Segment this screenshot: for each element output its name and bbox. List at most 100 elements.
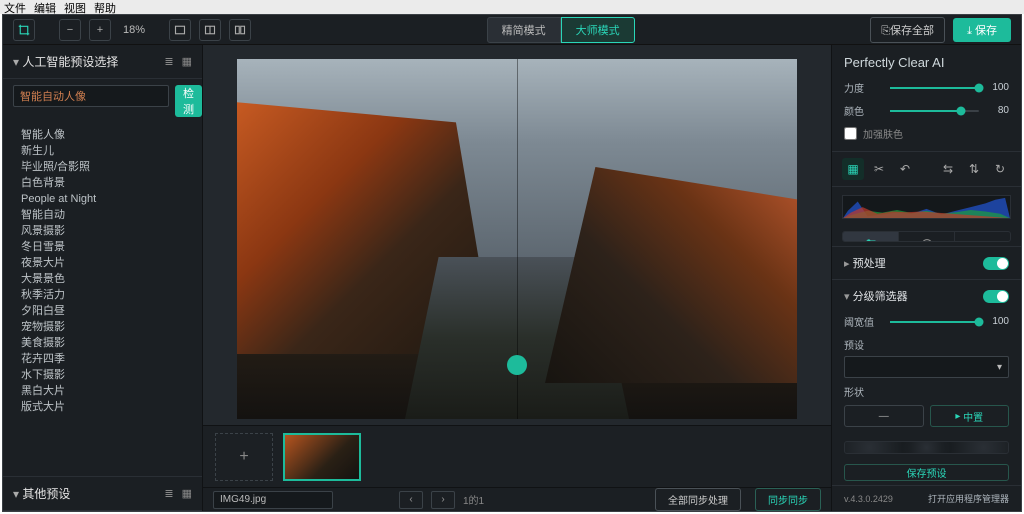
sync-button[interactable]: 同步同步 — [755, 488, 821, 511]
center-button[interactable]: ▸ 中置 — [930, 405, 1010, 427]
zoom-in-button[interactable]: + — [89, 19, 111, 41]
list-item[interactable]: 黑白大片 — [21, 383, 202, 399]
list-item[interactable]: 宠物摄影 — [21, 319, 202, 335]
list-item[interactable]: People at Night — [21, 191, 202, 207]
threshold-label: 阈宽值 — [844, 314, 884, 329]
tab-eye[interactable] — [955, 232, 1010, 242]
preview-image[interactable] — [237, 59, 797, 419]
skin-label: 加强肤色 — [863, 126, 903, 141]
compare-handle[interactable] — [507, 355, 527, 375]
list-item[interactable]: 智能人像 — [21, 127, 202, 143]
other-preset-title: 其他预设 — [13, 485, 70, 502]
batch-process-button[interactable]: 全部同步处理 — [655, 488, 741, 511]
app-window: − + 18% 精简模式 大师模式 ⎘保存全部 ⤓ 保存 人工智能预设选择 ≣ … — [2, 14, 1022, 512]
bottom-bar: IMG49.jpg ‹ › 1的1 全部同步处理 同步同步 — [203, 487, 831, 511]
list-item[interactable]: 白色背景 — [21, 175, 202, 191]
tab-face[interactable] — [899, 232, 955, 242]
filename-field[interactable]: IMG49.jpg — [213, 491, 333, 509]
preprocess-toggle[interactable] — [983, 257, 1009, 270]
adjust-tabs — [842, 231, 1011, 242]
chevron-down-icon: ▾ — [997, 362, 1002, 373]
reset-icon[interactable]: ↻ — [989, 158, 1011, 180]
filmstrip: + — [203, 425, 831, 487]
list-item[interactable]: 水下摄影 — [21, 367, 202, 383]
hue-label: 颜色 — [844, 103, 884, 118]
shape-label: 形状 — [844, 384, 1009, 399]
tab-sliders[interactable] — [843, 232, 899, 242]
ai-preset-header[interactable]: 人工智能预设选择 ≣ ▦ — [3, 45, 202, 79]
mode-simple-button[interactable]: 精简模式 — [487, 17, 561, 43]
other-preset-header[interactable]: 其他预设 ≣ ▦ — [3, 476, 202, 511]
crop-tool-icon[interactable]: ✂ — [868, 158, 890, 180]
brand-title: Perfectly Clear AI — [844, 55, 1009, 70]
crop-icon[interactable] — [13, 19, 35, 41]
mode-master-button[interactable]: 大师模式 — [561, 17, 635, 43]
strength-label: 力度 — [844, 80, 884, 95]
save-preset-button[interactable]: 保存预设 — [844, 464, 1009, 481]
list-item[interactable]: 秋季活力 — [21, 287, 202, 303]
list-item[interactable]: 风景摄影 — [21, 223, 202, 239]
list-item[interactable]: 花卉四季 — [21, 351, 202, 367]
list-item[interactable]: 智能自动 — [21, 207, 202, 223]
section-classifier[interactable]: 分级筛选器 — [832, 279, 1021, 312]
menu-view[interactable]: 视图 — [64, 0, 86, 14]
detect-button[interactable]: 检测 — [175, 85, 202, 117]
classifier-toggle[interactable] — [983, 290, 1009, 303]
left-panel: 人工智能预设选择 ≣ ▦ 检测 智能人像 新生儿 毕业照/合影照 白色背景 Pe… — [3, 45, 203, 511]
list-item[interactable]: 毕业照/合影照 — [21, 159, 202, 175]
undo-icon[interactable]: ↶ — [894, 158, 916, 180]
right-panel: Perfectly Clear AI 力度 100 颜色 80 加强肤色 ▦ — [831, 45, 1021, 511]
preset-sublabel: 预设 — [844, 337, 1009, 352]
effect-preview-strip[interactable] — [844, 441, 1009, 454]
save-button[interactable]: ⤓ 保存 — [953, 18, 1011, 42]
compare-v-icon[interactable]: ⇅ — [963, 158, 985, 180]
zoom-out-button[interactable]: − — [59, 19, 81, 41]
save-all-button[interactable]: ⎘保存全部 — [870, 17, 945, 43]
thumbnail[interactable] — [283, 433, 361, 481]
list-view-icon[interactable]: ≣ — [164, 55, 173, 68]
ai-preset-title: 人工智能预设选择 — [13, 53, 118, 70]
section-preprocess[interactable]: 预处理 — [832, 246, 1021, 279]
grid-view-icon[interactable]: ▦ — [182, 487, 192, 500]
viewer: + IMG49.jpg ‹ › 1的1 全部同步处理 同步同步 — [203, 45, 831, 511]
grid-view-icon[interactable]: ▦ — [182, 55, 192, 68]
skin-checkbox[interactable] — [844, 127, 857, 140]
top-toolbar: − + 18% 精简模式 大师模式 ⎘保存全部 ⤓ 保存 — [3, 15, 1021, 45]
menu-edit[interactable]: 编辑 — [34, 0, 56, 14]
counter: 1的1 — [463, 492, 484, 507]
list-item[interactable]: 版式大片 — [21, 399, 202, 415]
list-item[interactable]: 夜景大片 — [21, 255, 202, 271]
menu-help[interactable]: 帮助 — [94, 0, 116, 14]
compare-h-icon[interactable]: ⇆ — [937, 158, 959, 180]
list-item[interactable]: 美食摄影 — [21, 335, 202, 351]
layout-single-icon[interactable] — [169, 19, 191, 41]
threshold-value: 100 — [985, 316, 1009, 327]
list-view-icon[interactable]: ≣ — [164, 487, 173, 500]
add-image-button[interactable]: + — [215, 433, 273, 481]
threshold-slider[interactable] — [890, 321, 979, 323]
histogram — [842, 195, 1011, 219]
menu-file[interactable]: 文件 — [4, 0, 26, 14]
open-manager-link[interactable]: 打开应用程序管理器 — [928, 492, 1009, 505]
prev-button[interactable]: ‹ — [399, 491, 423, 509]
preset-list: 智能人像 新生儿 毕业照/合影照 白色背景 People at Night 智能… — [3, 123, 202, 476]
list-item[interactable]: 冬日雪景 — [21, 239, 202, 255]
preset-dropdown[interactable]: ▾ — [844, 356, 1009, 378]
strength-value: 100 — [985, 82, 1009, 93]
list-item[interactable]: 新生儿 — [21, 143, 202, 159]
layout-compare-icon[interactable] — [229, 19, 251, 41]
list-item[interactable]: 大景景色 — [21, 271, 202, 287]
next-button[interactable]: › — [431, 491, 455, 509]
os-menubar: 文件 编辑 视图 帮助 — [0, 0, 1024, 14]
mode-switch: 精简模式 大师模式 — [487, 17, 635, 43]
hue-value: 80 — [985, 105, 1009, 116]
zoom-level: 18% — [123, 24, 145, 36]
strength-slider[interactable] — [890, 87, 979, 89]
version-label: v.4.3.0.2429 — [844, 494, 893, 504]
shape-option-a-button[interactable]: — — [844, 405, 924, 427]
preset-select[interactable] — [13, 85, 169, 107]
hue-slider[interactable] — [890, 110, 979, 112]
list-item[interactable]: 夕阳白昼 — [21, 303, 202, 319]
layout-split-icon[interactable] — [199, 19, 221, 41]
grid-icon[interactable]: ▦ — [842, 158, 864, 180]
